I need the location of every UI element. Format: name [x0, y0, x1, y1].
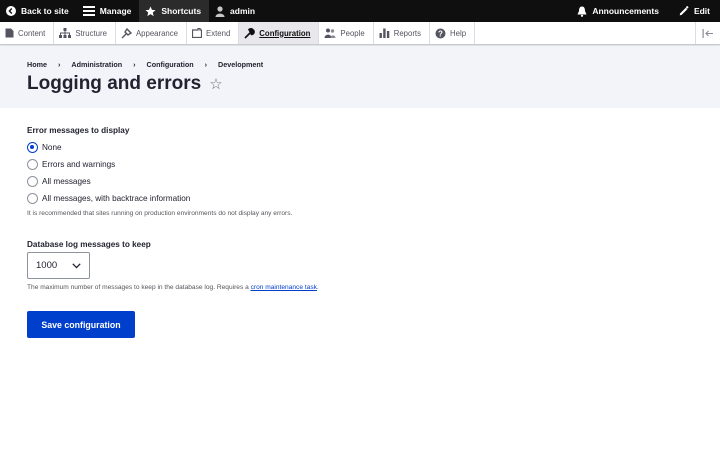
dblog-row-limit-description: The maximum number of messages to keep i…: [27, 284, 687, 291]
tray-item-label: Reports: [393, 28, 421, 38]
error-level-option-all[interactable]: All messages: [27, 173, 687, 190]
radio-button-checked[interactable]: [27, 142, 38, 153]
tray-item-extend[interactable]: Extend: [187, 22, 240, 44]
description-text: The maximum number of messages to keep i…: [27, 284, 251, 291]
breadcrumb-configuration[interactable]: Configuration: [147, 60, 194, 69]
dblog-row-limit-label: Database log messages to keep: [27, 240, 151, 249]
breadcrumb-separator: ›: [204, 60, 208, 69]
tray-item-label: Appearance: [135, 28, 179, 38]
radio-button[interactable]: [27, 193, 38, 204]
user-tab[interactable]: admin: [209, 0, 263, 22]
tray-item-configuration[interactable]: Configuration: [239, 22, 320, 44]
collapse-tray-icon: [702, 28, 713, 38]
error-level-legend: Error messages to display: [27, 126, 130, 135]
people-icon: [324, 28, 336, 38]
error-level-description: It is recommended that sites running on …: [27, 210, 293, 217]
page-title: Logging and errors: [27, 73, 202, 94]
hamburger-icon: [82, 6, 95, 16]
breadcrumb-development[interactable]: Development: [218, 60, 263, 69]
wrench-icon: [244, 27, 256, 39]
breadcrumb: Home › Administration › Configuration › …: [27, 60, 263, 69]
extend-icon: [192, 28, 203, 38]
dblog-row-limit-select[interactable]: 1000: [27, 252, 90, 279]
description-suffix: .: [316, 284, 319, 291]
select-value: 1000: [36, 260, 58, 271]
error-level-option-backtrace[interactable]: All messages, with backtrace information: [27, 190, 687, 207]
edit-label: Edit: [693, 6, 710, 16]
tray-item-structure[interactable]: Structure: [54, 22, 116, 44]
svg-text:?: ?: [438, 29, 443, 38]
tray-item-reports[interactable]: Reports: [374, 22, 430, 44]
orientation-toggle[interactable]: [695, 22, 720, 44]
page-title-wrap: Logging and errors ☆: [27, 73, 223, 95]
error-level-options: None Errors and warnings All messages Al…: [27, 139, 687, 207]
appearance-icon: [121, 27, 132, 38]
tray-item-help[interactable]: ? Help: [430, 22, 476, 44]
manage-label: Manage: [99, 6, 132, 16]
bell-icon: [577, 6, 587, 17]
back-to-site-link[interactable]: Back to site: [0, 0, 77, 22]
back-to-site-label: Back to site: [21, 6, 69, 16]
tray-item-label: Extend: [206, 28, 231, 38]
reports-icon: [379, 28, 389, 38]
radio-label: All messages: [42, 177, 91, 186]
announcements-tab[interactable]: Announcements: [571, 0, 673, 22]
tray-item-content[interactable]: Content: [0, 22, 55, 44]
tray-item-people[interactable]: People: [319, 22, 374, 44]
back-arrow-icon: [6, 6, 16, 16]
shortcuts-tab[interactable]: Shortcuts: [139, 0, 210, 22]
logging-errors-form: Error messages to display None Errors an…: [27, 126, 687, 338]
tray-item-label: Content: [18, 28, 46, 38]
cron-maintenance-link[interactable]: cron maintenance task: [251, 284, 317, 291]
page-header: Home › Administration › Configuration › …: [0, 46, 720, 108]
breadcrumb-separator: ›: [133, 60, 136, 69]
radio-label: None: [42, 143, 62, 152]
shortcut-star-icon[interactable]: ☆: [209, 75, 222, 93]
chevron-down-icon: [72, 262, 81, 269]
help-icon: ?: [435, 28, 446, 38]
radio-button[interactable]: [27, 176, 38, 187]
breadcrumb-administration[interactable]: Administration: [71, 60, 122, 69]
tray-item-label: People: [340, 28, 365, 38]
content-icon: [5, 28, 14, 38]
pencil-icon: [679, 6, 689, 16]
user-label: admin: [230, 6, 256, 16]
radio-button[interactable]: [27, 159, 38, 170]
error-level-option-none[interactable]: None: [27, 139, 687, 156]
user-icon: [215, 5, 225, 17]
tray-item-label: Structure: [75, 28, 107, 38]
tray-item-label: Configuration: [259, 28, 311, 38]
breadcrumb-separator: ›: [57, 60, 61, 69]
save-configuration-button[interactable]: Save configuration: [27, 311, 135, 338]
tray-item-label: Help: [450, 28, 467, 38]
error-level-option-errors-warnings[interactable]: Errors and warnings: [27, 156, 687, 173]
edit-tab[interactable]: Edit: [673, 0, 720, 22]
radio-label: Errors and warnings: [42, 160, 116, 169]
manage-tab[interactable]: Manage: [76, 0, 140, 22]
shortcuts-label: Shortcuts: [161, 6, 202, 16]
announcements-label: Announcements: [592, 6, 659, 16]
structure-icon: [59, 28, 72, 38]
tray-item-appearance[interactable]: Appearance: [116, 22, 188, 44]
radio-label: All messages, with backtrace information: [42, 194, 191, 203]
admin-toolbar: Back to site Manage Shortcuts admin Anno…: [0, 0, 720, 22]
star-icon: [145, 5, 156, 16]
admin-menu-tray: Content Structure Appearance Extend Conf…: [0, 22, 720, 45]
breadcrumb-home[interactable]: Home: [27, 60, 47, 69]
